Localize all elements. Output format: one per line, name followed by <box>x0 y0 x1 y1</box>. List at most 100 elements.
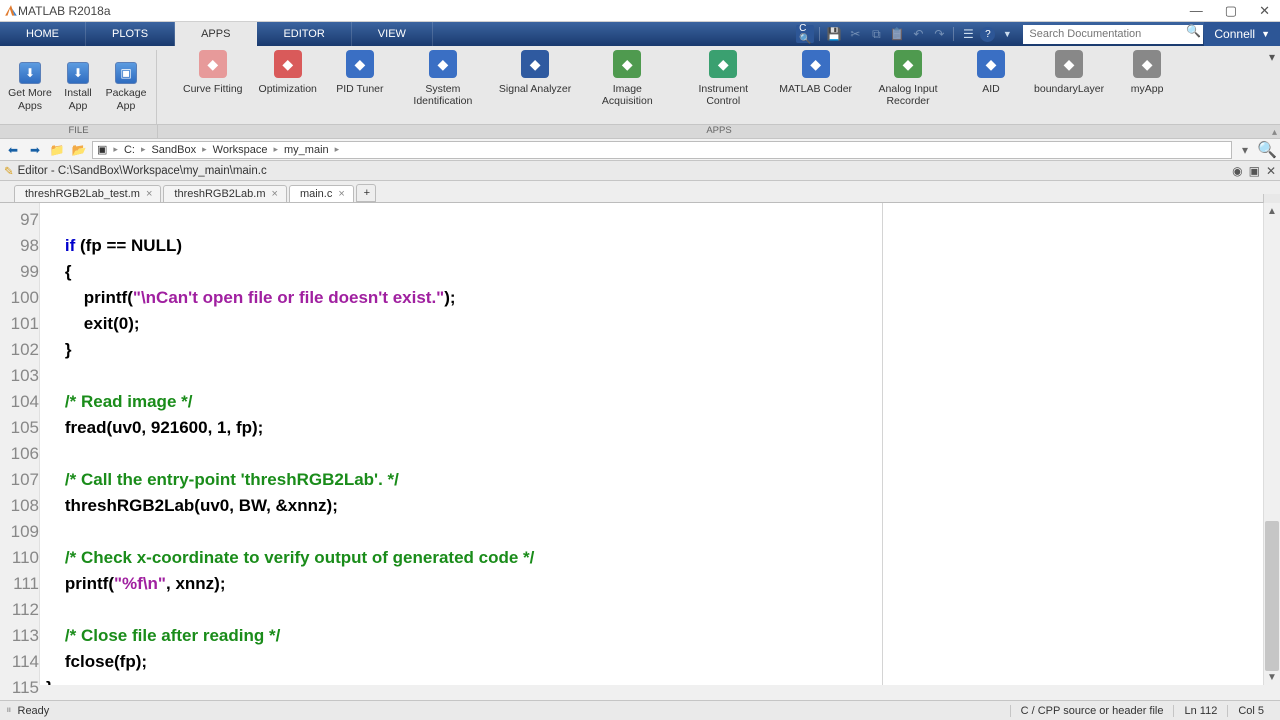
browse-folder-button[interactable]: 📂 <box>70 141 88 159</box>
main-tab-editor[interactable]: EDITOR <box>257 22 351 46</box>
collapse-ribbon-button[interactable]: ▴ <box>1272 127 1277 138</box>
crumb-1[interactable]: SandBox <box>151 144 196 156</box>
code-area[interactable]: if (fp == NULL) { printf("\nCan't open f… <box>40 203 1280 685</box>
app-icon: ◆ <box>613 50 641 78</box>
get-more-apps-button[interactable]: ⬇Get More Apps <box>6 60 54 113</box>
nav-back-button[interactable]: ⬅ <box>4 141 22 159</box>
new-file-tab-button[interactable]: + <box>356 184 376 202</box>
app-image-acquisition[interactable]: ◆Image Acquisition <box>579 50 675 107</box>
editor-titlebar: ✎ Editor - C:\SandBox\Workspace\my_main\… <box>0 161 1280 181</box>
apps-dropdown-button[interactable]: ▾ <box>1264 50 1280 64</box>
chevron-down-icon: ▼ <box>1261 29 1270 39</box>
breadcrumb[interactable]: ▣▸C:▸SandBox▸Workspace▸my_main▸ <box>92 141 1232 159</box>
app-icon: ◆ <box>346 50 374 78</box>
undo-button[interactable]: ↶ <box>909 25 927 43</box>
scroll-up-button[interactable]: ▲ <box>1264 203 1280 219</box>
nav-forward-button[interactable]: ➡ <box>26 141 44 159</box>
ribbon-section-label-file: FILE <box>0 125 158 138</box>
search-commands-button[interactable]: C🔍 <box>796 25 814 43</box>
app-icon: ◆ <box>977 50 1005 78</box>
drive-icon: ▣ <box>97 143 107 156</box>
vertical-scrollbar[interactable]: ▲ ▼ <box>1263 203 1280 685</box>
main-tab-view[interactable]: VIEW <box>352 22 433 46</box>
crumb-2[interactable]: Workspace <box>213 144 268 156</box>
app-icon: ◆ <box>521 50 549 78</box>
ribbon-section-label-apps: APPS <box>158 125 1280 138</box>
crumbs-dropdown[interactable]: ▾ <box>1236 141 1254 159</box>
status-bar: ⏸ Ready C / CPP source or header file Ln… <box>0 700 1280 720</box>
search-icon[interactable]: 🔍 <box>1186 24 1200 38</box>
app-matlab-coder[interactable]: ◆MATLAB Coder <box>771 50 860 95</box>
app-icon: ◆ <box>894 50 922 78</box>
doc-search-input[interactable] <box>1023 25 1203 44</box>
code-editor[interactable]: 9798991001011021031041051061071081091101… <box>0 203 1280 685</box>
editor-file-tabs: threshRGB2Lab_test.m×threshRGB2Lab.m×mai… <box>0 181 1280 203</box>
right-margin-line <box>882 203 883 685</box>
close-tab-icon[interactable]: × <box>272 188 278 200</box>
scroll-thumb[interactable] <box>1265 521 1279 671</box>
editor-title: Editor - C:\SandBox\Workspace\my_main\ma… <box>18 165 267 177</box>
toolstrip-tabs: HOMEPLOTSAPPSEDITORVIEWC🔍💾✂⧉📋↶↷☰?▼🔍Conne… <box>0 22 1280 46</box>
scroll-down-button[interactable]: ▼ <box>1264 669 1280 685</box>
status-ready: Ready <box>18 705 50 717</box>
search-folder-button[interactable]: 🔍 <box>1258 140 1276 160</box>
save-button[interactable]: 💾 <box>825 25 843 43</box>
close-tab-icon[interactable]: × <box>146 188 152 200</box>
editor-close-button[interactable]: ✕ <box>1266 164 1276 178</box>
main-tab-apps[interactable]: APPS <box>175 22 257 46</box>
app-curve-fitting[interactable]: ◆Curve Fitting <box>175 50 251 95</box>
file-tab-threshRGB2Lab-m[interactable]: threshRGB2Lab.m× <box>163 185 287 202</box>
matlab-logo-icon <box>4 4 18 18</box>
busy-indicator-icon: ⏸ <box>6 704 12 717</box>
favorites-button[interactable]: ☰ <box>959 25 977 43</box>
app-icon: ◆ <box>1055 50 1083 78</box>
file-tab-main-c[interactable]: main.c× <box>289 185 354 202</box>
editor-icon: ✎ <box>4 164 14 178</box>
app-icon: ◆ <box>1133 50 1161 78</box>
paste-button[interactable]: 📋 <box>888 25 906 43</box>
app-aid[interactable]: ◆AID <box>956 50 1026 95</box>
redo-button[interactable]: ↷ <box>930 25 948 43</box>
user-menu[interactable]: Connell ▼ <box>1204 22 1280 46</box>
file-tab-threshRGB2Lab_test-m[interactable]: threshRGB2Lab_test.m× <box>14 185 161 202</box>
crumb-3[interactable]: my_main <box>284 144 329 156</box>
status-filetype: C / CPP source or header file <box>1010 705 1174 717</box>
help-button[interactable]: ? <box>980 27 995 42</box>
install-app-button[interactable]: ⬇Install App <box>54 60 102 113</box>
main-tab-home[interactable]: HOME <box>0 22 86 46</box>
apps-gallery: ◆Curve Fitting◆Optimization◆PID Tuner◆Sy… <box>157 50 1264 124</box>
editor-dock-button[interactable]: ▣ <box>1249 164 1260 178</box>
line-gutter: 9798991001011021031041051061071081091101… <box>0 203 40 685</box>
nav-up-button[interactable]: 📁 <box>48 141 66 159</box>
title-bar: MATLAB R2018a — ▢ ✕ <box>0 0 1280 22</box>
app-icon: ◆ <box>199 50 227 78</box>
editor-actions-button[interactable]: ◉ <box>1232 164 1242 178</box>
maximize-button[interactable]: ▢ <box>1225 4 1237 17</box>
cut-button[interactable]: ✂ <box>846 25 864 43</box>
app-optimization[interactable]: ◆Optimization <box>251 50 325 95</box>
package-app-button[interactable]: ▣Package App <box>102 60 150 113</box>
user-name: Connell <box>1214 27 1255 41</box>
app-pid-tuner[interactable]: ◆PID Tuner <box>325 50 395 95</box>
copy-button[interactable]: ⧉ <box>867 25 885 43</box>
current-folder-bar: ⬅ ➡ 📁 📂 ▣▸C:▸SandBox▸Workspace▸my_main▸ … <box>0 139 1280 161</box>
app-signal-analyzer[interactable]: ◆Signal Analyzer <box>491 50 579 95</box>
main-tab-plots[interactable]: PLOTS <box>86 22 175 46</box>
crumb-0[interactable]: C: <box>124 144 135 156</box>
app-icon: ◆ <box>274 50 302 78</box>
app-analog-input-recorder[interactable]: ◆Analog Input Recorder <box>860 50 956 107</box>
close-tab-icon[interactable]: × <box>338 188 344 200</box>
app-icon: ◆ <box>709 50 737 78</box>
close-button[interactable]: ✕ <box>1259 4 1270 17</box>
app-boundarylayer[interactable]: ◆boundaryLayer <box>1026 50 1112 95</box>
window-title: MATLAB R2018a <box>18 4 1190 18</box>
app-instrument-control[interactable]: ◆Instrument Control <box>675 50 771 107</box>
minimize-button[interactable]: — <box>1190 4 1203 17</box>
status-col: Col 5 <box>1227 705 1274 717</box>
app-icon: ◆ <box>802 50 830 78</box>
status-line: Ln 112 <box>1173 705 1227 717</box>
help-dropdown[interactable]: ▼ <box>998 25 1016 43</box>
app-system-identification[interactable]: ◆System Identification <box>395 50 491 107</box>
ribbon: ⬇Get More Apps ⬇Install App ▣Package App… <box>0 46 1280 139</box>
app-myapp[interactable]: ◆myApp <box>1112 50 1182 95</box>
